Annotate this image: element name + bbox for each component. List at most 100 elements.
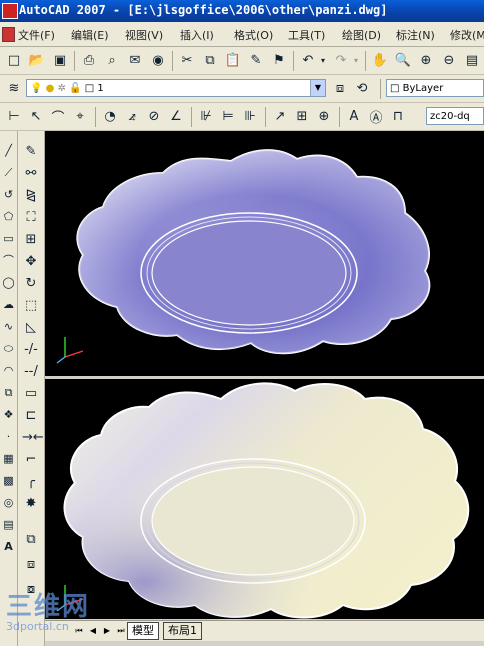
extend-icon[interactable]: --/: [22, 363, 40, 381]
block-editor-icon[interactable]: ⚑: [270, 51, 288, 69]
angular-dimension-icon[interactable]: ∠: [167, 107, 185, 125]
table-icon[interactable]: ▤: [1, 517, 16, 532]
layer-manager-icon[interactable]: ≋: [5, 79, 23, 97]
pan-icon[interactable]: ✋: [371, 51, 389, 69]
copy-object-icon[interactable]: ⚯: [22, 165, 40, 183]
region-icon[interactable]: ◎: [1, 495, 16, 510]
cut-icon[interactable]: ✂: [178, 51, 196, 69]
circle-icon[interactable]: ◯: [1, 275, 16, 290]
make-block-icon[interactable]: ❖: [1, 407, 16, 422]
gradient-icon[interactable]: ▩: [1, 473, 16, 488]
menu-insert[interactable]: 插入(I): [180, 27, 214, 43]
quick-leader-icon[interactable]: ↗: [271, 107, 289, 125]
copy-icon[interactable]: ⧉: [201, 51, 219, 69]
chamfer-icon[interactable]: ⌐: [22, 451, 40, 469]
paste-icon[interactable]: 📋: [224, 51, 242, 69]
undo-icon[interactable]: ↶: [299, 51, 317, 69]
rectangle-icon[interactable]: ▭: [1, 231, 16, 246]
menu-draw[interactable]: 绘图(D): [342, 27, 381, 43]
match-properties-icon[interactable]: ✎: [247, 51, 265, 69]
freeze-icon[interactable]: ✲: [58, 83, 66, 94]
redo-icon[interactable]: ↷: [332, 51, 350, 69]
viewport-top[interactable]: [45, 131, 484, 378]
construction-line-icon[interactable]: ⟋: [1, 165, 16, 180]
dimension-style-dropdown[interactable]: zc20-dq: [426, 107, 484, 125]
new-icon[interactable]: □: [5, 51, 23, 69]
ordinate-dimension-icon[interactable]: ⌖: [71, 107, 89, 125]
menu-edit[interactable]: 编辑(E): [71, 27, 109, 43]
menu-tools[interactable]: 工具(T): [288, 27, 325, 43]
center-mark-icon[interactable]: ⊕: [315, 107, 333, 125]
viewport-bottom[interactable]: [45, 379, 484, 619]
break-at-point-icon[interactable]: ▭: [22, 385, 40, 403]
tab-layout1[interactable]: 布局1: [163, 622, 202, 640]
baseline-dimension-icon[interactable]: ⊨: [219, 107, 237, 125]
menu-dimension[interactable]: 标注(N): [396, 27, 435, 43]
mirror-icon[interactable]: ⧎: [22, 187, 40, 205]
layer-dropdown[interactable]: 💡 ● ✲ 🔓 □ 1 ▼: [26, 79, 326, 97]
offset-icon[interactable]: ⛶: [22, 209, 40, 227]
dimension-edit-icon[interactable]: A: [345, 107, 363, 125]
open-icon[interactable]: 📂: [28, 51, 46, 69]
redo-dropdown-icon[interactable]: ▾: [351, 51, 361, 69]
draw-order-icon[interactable]: ⧉: [22, 531, 40, 549]
polyline-icon[interactable]: ↺: [1, 187, 16, 202]
zoom-window-icon[interactable]: ⊕: [417, 51, 435, 69]
3d-dwf-icon[interactable]: ◉: [149, 51, 167, 69]
lightbulb-icon[interactable]: 💡: [30, 83, 42, 94]
fillet-icon[interactable]: ╭: [22, 473, 40, 491]
erase-icon[interactable]: ✎: [22, 143, 40, 161]
save-icon[interactable]: ▣: [51, 51, 69, 69]
quick-dimension-icon[interactable]: ⊮: [197, 107, 215, 125]
scale-icon[interactable]: ⬚: [22, 297, 40, 315]
point-icon[interactable]: ·: [1, 429, 16, 444]
menu-modify[interactable]: 修改(M): [450, 27, 484, 43]
ellipse-arc-icon[interactable]: ◠: [1, 363, 16, 378]
dimension-update-icon[interactable]: ⊓: [389, 107, 407, 125]
tolerance-icon[interactable]: ⊞: [293, 107, 311, 125]
sun-icon[interactable]: ●: [46, 83, 55, 94]
jogged-dimension-icon[interactable]: ⦨: [123, 107, 141, 125]
rotate-icon[interactable]: ↻: [22, 275, 40, 293]
plot-icon[interactable]: ⎙: [80, 51, 98, 69]
color-dropdown[interactable]: □ ByLayer: [386, 79, 484, 97]
stretch-icon[interactable]: ◺: [22, 319, 40, 337]
lock-icon[interactable]: 🔓: [69, 83, 81, 94]
plot-preview-icon[interactable]: ⌕: [103, 51, 121, 69]
tab-model[interactable]: 模型: [127, 622, 159, 640]
publish-icon[interactable]: ✉: [126, 51, 144, 69]
undo-dropdown-icon[interactable]: ▾: [318, 51, 328, 69]
radius-dimension-icon[interactable]: ◔: [101, 107, 119, 125]
continue-dimension-icon[interactable]: ⊪: [241, 107, 259, 125]
array-icon[interactable]: ⊞: [22, 231, 40, 249]
chevron-down-icon[interactable]: ▼: [310, 80, 325, 96]
menu-format[interactable]: 格式(O): [234, 27, 273, 43]
hatch-icon[interactable]: ▦: [1, 451, 16, 466]
polygon-icon[interactable]: ⬠: [1, 209, 16, 224]
zoom-realtime-icon[interactable]: 🔍: [394, 51, 412, 69]
multiline-text-icon[interactable]: A: [1, 539, 16, 554]
aligned-dimension-icon[interactable]: ↖: [27, 107, 45, 125]
layer-previous-icon[interactable]: ⟲: [353, 79, 371, 97]
trim-icon[interactable]: -/-: [22, 341, 40, 359]
diameter-dimension-icon[interactable]: ⊘: [145, 107, 163, 125]
properties-icon[interactable]: ▤: [463, 51, 481, 69]
arc-length-icon[interactable]: ⌒: [49, 107, 67, 126]
linear-dimension-icon[interactable]: ⊢: [5, 107, 23, 125]
explode-icon[interactable]: ✸: [22, 495, 40, 513]
line-icon[interactable]: ╱: [1, 143, 16, 158]
zoom-previous-icon[interactable]: ⊖: [440, 51, 458, 69]
spline-icon[interactable]: ∿: [1, 319, 16, 334]
ellipse-icon[interactable]: ⬭: [1, 341, 16, 356]
menu-view[interactable]: 视图(V): [125, 27, 163, 43]
join-icon[interactable]: →←: [22, 429, 44, 447]
break-icon[interactable]: ⊏: [22, 407, 40, 425]
document-icon[interactable]: [2, 27, 15, 42]
arc-icon[interactable]: ⌒: [1, 253, 16, 268]
menu-file[interactable]: 文件(F): [18, 27, 55, 43]
last-tab-icon[interactable]: ⏭: [115, 624, 127, 637]
bring-front-icon[interactable]: ⧈: [22, 556, 40, 574]
move-icon[interactable]: ✥: [22, 253, 40, 271]
insert-block-icon[interactable]: ⧉: [1, 385, 16, 400]
make-layer-current-icon[interactable]: ⧈: [331, 79, 349, 97]
